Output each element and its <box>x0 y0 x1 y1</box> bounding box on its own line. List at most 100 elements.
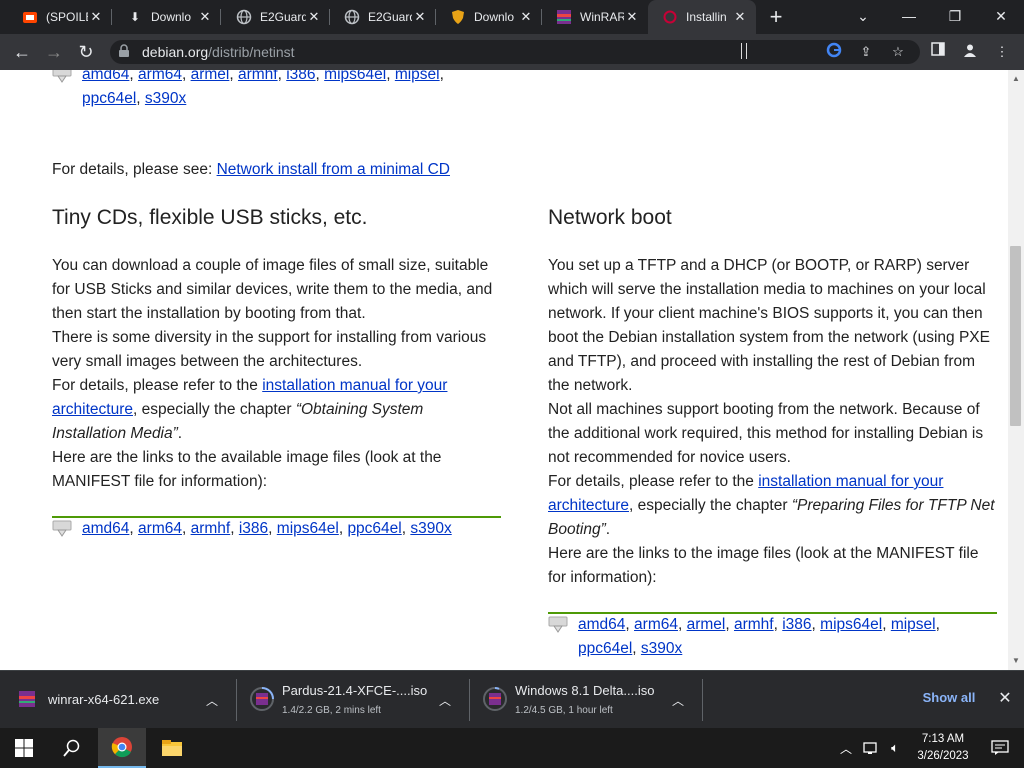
scrollbar-thumb[interactable] <box>1010 246 1021 426</box>
close-icon[interactable]: ✕ <box>88 9 104 25</box>
share-icon[interactable]: ⇪ <box>856 42 876 62</box>
left-p1: You can download a couple of image files… <box>52 257 493 322</box>
tab-title: WinRAR <box>580 10 624 24</box>
link-i386[interactable]: i386 <box>286 70 315 83</box>
windows-start-icon[interactable] <box>0 728 48 768</box>
tab-e2guardian-1[interactable]: E2Guard ✕ <box>222 0 330 34</box>
link-arm64[interactable]: arm64 <box>634 616 678 633</box>
left-p3-end: . <box>177 425 183 442</box>
left-column-text: You can download a couple of image files… <box>52 254 500 494</box>
link-mipsel[interactable]: mipsel <box>891 616 936 633</box>
link-arm64[interactable]: arm64 <box>138 70 182 83</box>
tab-title: Downlo <box>151 10 192 24</box>
link-ppc64el[interactable]: ppc64el <box>82 90 136 107</box>
scroll-down-arrow[interactable]: ▼ <box>1008 654 1024 668</box>
tab-e2guardian-2[interactable]: E2Guard ✕ <box>330 0 436 34</box>
right-p2: Not all machines support booting from th… <box>548 401 984 466</box>
side-panel-icon[interactable] <box>928 42 948 62</box>
link-amd64[interactable]: amd64 <box>82 70 129 83</box>
new-tab-button[interactable]: + <box>762 3 790 31</box>
tab-title: Installin <box>686 10 727 24</box>
link-amd64[interactable]: amd64 <box>82 520 129 537</box>
download-item-windows[interactable]: Windows 8.1 Delta....iso 1.2/4.5 GB, 1 h… <box>470 671 702 729</box>
left-p3: For details, please refer to the install… <box>52 374 500 446</box>
close-icon[interactable]: ✕ <box>518 9 534 25</box>
tab-title: Downlo <box>474 10 515 24</box>
link-mips64el[interactable]: mips64el <box>277 520 339 537</box>
link-arm64[interactable]: arm64 <box>138 520 182 537</box>
debian-icon <box>662 9 678 25</box>
tab-download-2[interactable]: Downlo ✕ <box>436 0 542 34</box>
chevron-up-icon[interactable]: ︿ <box>439 692 451 709</box>
link-s390x[interactable]: s390x <box>410 520 451 537</box>
restore-icon[interactable]: ❐ <box>932 0 978 34</box>
volume-icon[interactable]: 🔈︎ <box>884 728 906 768</box>
download-status: 1.2/4.5 GB, 1 hour left <box>515 705 613 716</box>
reload-icon[interactable]: ↻ <box>72 38 100 66</box>
link-armhf[interactable]: armhf <box>238 70 278 83</box>
link-amd64[interactable]: amd64 <box>578 616 625 633</box>
download-item-pardus[interactable]: Pardus-21.4-XFCE-....iso 1.4/2.2 GB, 2 m… <box>237 671 469 729</box>
close-icon[interactable]: ✕ <box>197 9 213 25</box>
notification-icon[interactable] <box>980 728 1020 768</box>
tray-chevron-up-icon[interactable]: ︿ <box>836 728 856 768</box>
left-links-row: amd64, arm64, armhf, i386, mips64el, ppc… <box>82 520 452 537</box>
progress-ring-icon <box>249 686 275 717</box>
scroll-up-arrow[interactable]: ▲ <box>1008 72 1024 86</box>
google-icon[interactable] <box>824 42 844 62</box>
tab-winrar[interactable]: WinRAR ✕ <box>542 0 648 34</box>
address-bar[interactable]: debian.org/distrib/netinst <box>110 40 920 64</box>
right-p3: For details, please refer to the install… <box>548 470 996 542</box>
menu-icon[interactable]: ⋮ <box>992 42 1012 62</box>
close-icon[interactable]: ✕ <box>624 9 640 25</box>
show-all-button[interactable]: Show all <box>914 684 984 712</box>
right-p3-prefix: For details, please refer to the <box>548 473 759 490</box>
link-mipsel[interactable]: mipsel <box>395 70 440 83</box>
text-cursor <box>741 43 747 59</box>
link-mips64el[interactable]: mips64el <box>324 70 386 83</box>
tab-title: (SPOILE <box>46 10 88 24</box>
clock-date: 3/26/2023 <box>917 750 969 762</box>
link-armhf[interactable]: armhf <box>191 520 231 537</box>
close-icon[interactable]: ✕ <box>732 9 748 25</box>
chevron-up-icon[interactable]: ︿ <box>206 692 218 709</box>
tab-search-icon[interactable]: ⌄ <box>840 0 886 34</box>
bookmark-star-icon[interactable]: ☆ <box>888 42 908 62</box>
link-ppc64el[interactable]: ppc64el <box>578 640 632 657</box>
tab-debian-active[interactable]: Installin ✕ <box>648 0 756 34</box>
link-s390x[interactable]: s390x <box>641 640 682 657</box>
tab-download[interactable]: ⬇ Downlo ✕ <box>113 0 221 34</box>
tab-title: E2Guard <box>368 10 412 24</box>
profile-icon[interactable] <box>960 42 980 62</box>
right-column-text: You set up a TFTP and a DHCP (or BOOTP, … <box>548 254 996 590</box>
link-i386[interactable]: i386 <box>239 520 268 537</box>
close-icon[interactable]: ✕ <box>306 9 322 25</box>
chevron-up-icon[interactable]: ︿ <box>672 692 684 709</box>
taskbar-clock[interactable]: 7:13 AM 3/26/2023 <box>910 731 976 765</box>
search-icon[interactable] <box>48 728 96 768</box>
right-p4: Here are the links to the image files (l… <box>548 545 979 586</box>
close-icon[interactable]: ✕ <box>412 9 428 25</box>
url-text: debian.org/distrib/netinst <box>142 44 295 60</box>
network-install-link[interactable]: Network install from a minimal CD <box>217 161 450 178</box>
link-i386[interactable]: i386 <box>782 616 811 633</box>
reddit-icon <box>22 9 38 25</box>
link-armel[interactable]: armel <box>191 70 230 83</box>
close-download-shelf-icon[interactable]: ✕ <box>994 688 1016 710</box>
window-close-icon[interactable]: ✕ <box>978 0 1024 34</box>
tab-reddit[interactable]: (SPOILE ✕ <box>8 0 112 34</box>
download-item-winrar[interactable]: winrar-x64-621.exe ︿ <box>0 671 236 729</box>
link-ppc64el[interactable]: ppc64el <box>347 520 401 537</box>
link-armel[interactable]: armel <box>687 616 726 633</box>
forward-icon[interactable]: → <box>40 38 68 66</box>
link-armhf[interactable]: armhf <box>734 616 774 633</box>
shield-icon <box>450 9 466 25</box>
chrome-taskbar-icon[interactable] <box>98 728 146 768</box>
file-explorer-icon[interactable] <box>148 728 196 768</box>
link-s390x[interactable]: s390x <box>145 90 186 107</box>
network-icon[interactable] <box>860 728 882 768</box>
back-icon[interactable]: ← <box>8 38 36 66</box>
link-mips64el[interactable]: mips64el <box>820 616 882 633</box>
download-disc-icon <box>52 520 72 538</box>
minimize-icon[interactable]: — <box>886 0 932 34</box>
